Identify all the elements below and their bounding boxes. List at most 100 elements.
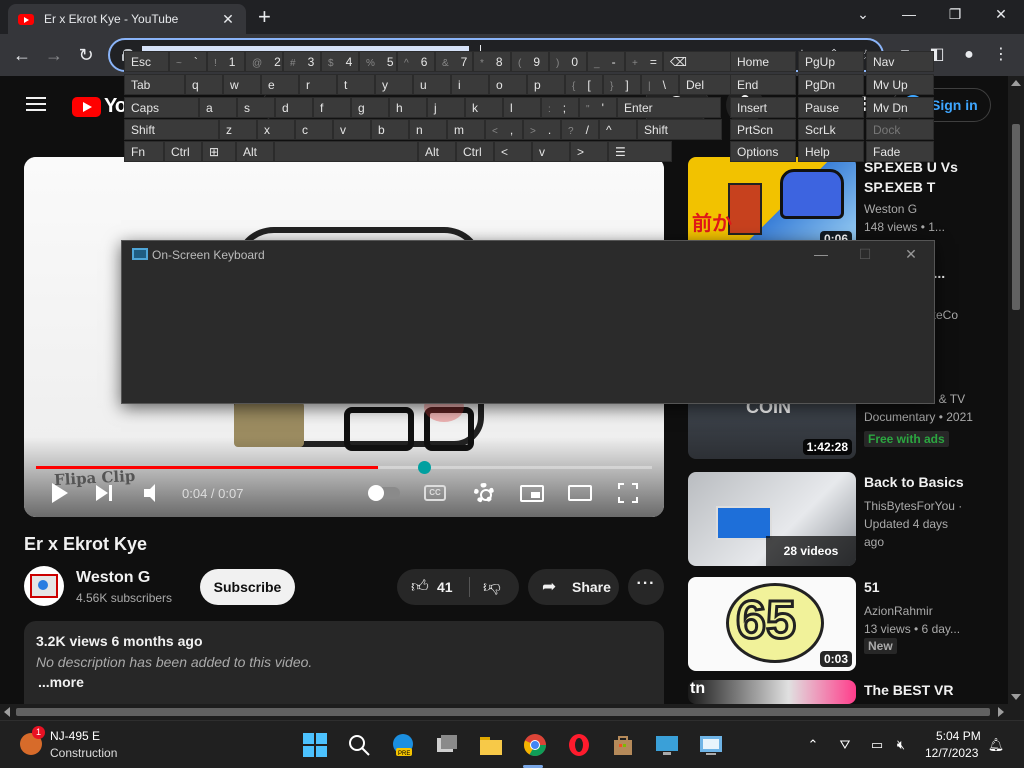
osk-nav-key[interactable]: ScrLk: [798, 119, 864, 140]
osk-key[interactable]: n: [409, 119, 447, 140]
osk-key[interactable]: a: [199, 97, 237, 118]
osk-key[interactable]: v: [532, 141, 570, 162]
taskbar-date[interactable]: 12/7/2023: [925, 746, 978, 760]
taskbar-search-icon[interactable]: [346, 732, 372, 758]
osk-key[interactable]: " ': [579, 97, 617, 118]
control-panel-icon[interactable]: [698, 732, 724, 758]
osk-key[interactable]: >.: [523, 119, 561, 140]
osk-close-icon[interactable]: ✕: [896, 245, 926, 263]
taskbar-time[interactable]: 5:04 PM: [936, 729, 981, 743]
osk-nav-key[interactable]: Help: [798, 141, 864, 162]
osk-key[interactable]: e: [261, 74, 299, 95]
play-icon[interactable]: [50, 481, 68, 505]
tab-close-icon[interactable]: ✕: [220, 11, 236, 28]
minimize-icon[interactable]: —: [894, 4, 924, 24]
browser-menu-icon[interactable]: ⋮: [990, 45, 1012, 65]
osk-key[interactable]: Ctrl: [456, 141, 494, 162]
osk-key[interactable]: k: [465, 97, 503, 118]
volume-icon[interactable]: [142, 481, 164, 505]
osk-key[interactable]: ? /: [561, 119, 599, 140]
osk-key[interactable]: + =: [625, 51, 663, 72]
osk-key[interactable]: l: [503, 97, 541, 118]
description-box[interactable]: 3.2K views 6 months ago No description h…: [24, 621, 664, 704]
profile-icon[interactable]: ●: [958, 45, 980, 65]
osk-key[interactable]: Shift: [124, 119, 219, 140]
osk-key[interactable]: ! 1: [207, 51, 245, 72]
osk-nav-key[interactable]: Fade: [866, 141, 934, 162]
rec-thumbnail[interactable]: 28 videos: [688, 472, 856, 566]
osk-key[interactable]: c: [295, 119, 333, 140]
network-icon[interactable]: ⛛: [836, 737, 854, 753]
scrubber-handle[interactable]: [417, 461, 431, 474]
channel-name[interactable]: Weston G: [76, 569, 150, 587]
osk-key[interactable]: Caps: [124, 97, 199, 118]
fullscreen-icon[interactable]: [618, 483, 638, 503]
osk-key[interactable]: >: [570, 141, 608, 162]
on-screen-keyboard-window[interactable]: On-Screen Keyboard — ☐ ✕ Esc ~ `! 1 @2 #3 $4% 5…: [121, 51, 935, 404]
osk-key[interactable]: x: [257, 119, 295, 140]
osk-key[interactable]: <,: [485, 119, 523, 140]
osk-nav-key[interactable]: Mv Dn: [866, 97, 934, 118]
osk-key[interactable]: (9: [511, 51, 549, 72]
osk-key[interactable]: p: [527, 74, 565, 95]
osk-key[interactable]: w: [223, 74, 261, 95]
osk-key[interactable]: & 7: [435, 51, 473, 72]
rec-title[interactable]: 51: [864, 577, 992, 597]
osk-key[interactable]: @2: [245, 51, 283, 72]
osk-key[interactable]: m: [447, 119, 485, 140]
close-window-icon[interactable]: ✕: [986, 4, 1016, 24]
osk-nav-key[interactable]: Dock: [866, 119, 934, 140]
thumbs-down-icon[interactable]: 👍︎: [483, 577, 503, 597]
osk-key[interactable]: u: [413, 74, 451, 95]
osk-key[interactable]: h: [389, 97, 427, 118]
windows-start-icon[interactable]: [302, 732, 328, 758]
notification-bell-icon[interactable]: 🔔︎: [987, 737, 1005, 753]
reload-icon[interactable]: ↻: [74, 43, 98, 67]
page-scrollbar-vertical[interactable]: [1008, 76, 1024, 704]
channel-avatar[interactable]: [24, 566, 64, 606]
osk-nav-key[interactable]: Nav: [866, 51, 934, 72]
osk-key[interactable]: ) 0: [549, 51, 587, 72]
thumbs-up-icon[interactable]: 👍︎: [411, 577, 431, 597]
opera-icon[interactable]: [566, 732, 592, 758]
osk-key[interactable]: [274, 141, 418, 162]
osk-key[interactable]: ☰: [608, 141, 672, 162]
osk-nav-key[interactable]: PgDn: [798, 74, 864, 95]
osk-key[interactable]: i: [451, 74, 489, 95]
restore-icon[interactable]: ❐: [940, 4, 970, 24]
osk-key[interactable]: Shift: [637, 119, 722, 140]
osk-key[interactable]: $4: [321, 51, 359, 72]
more-actions-icon[interactable]: ···: [628, 569, 664, 605]
osk-key[interactable]: f: [313, 97, 351, 118]
share-button[interactable]: ➦ Share: [528, 569, 619, 605]
menu-hamburger-icon[interactable]: [26, 97, 46, 111]
osk-key[interactable]: Ctrl: [164, 141, 202, 162]
osk-nav-key[interactable]: Insert: [730, 97, 796, 118]
osk-key[interactable]: o: [489, 74, 527, 95]
subtitles-cc-icon[interactable]: CC: [424, 485, 446, 501]
osk-key[interactable]: r: [299, 74, 337, 95]
next-video-icon[interactable]: [96, 481, 114, 505]
osk-key[interactable]: j: [427, 97, 465, 118]
osk-titlebar[interactable]: On-Screen Keyboard — ☐ ✕: [122, 241, 934, 269]
osk-key[interactable]: {[: [565, 74, 603, 95]
osk-key[interactable]: Tab: [124, 74, 185, 95]
osk-key[interactable]: Alt: [418, 141, 456, 162]
store-bag-icon[interactable]: [610, 732, 636, 758]
osk-key[interactable]: Alt: [236, 141, 274, 162]
rec-thumbnail[interactable]: 前か 0:06: [688, 157, 856, 251]
osk-nav-key[interactable]: Mv Up: [866, 74, 934, 95]
osk-maximize-icon[interactable]: ☐: [850, 245, 880, 263]
progress-bar[interactable]: [36, 461, 652, 474]
traffic-subtitle[interactable]: Construction: [50, 746, 117, 760]
show-more-link[interactable]: ...more: [38, 674, 84, 690]
miniplayer-icon[interactable]: [520, 485, 544, 502]
osk-key[interactable]: ~ `: [169, 51, 207, 72]
osk-key[interactable]: _ -: [587, 51, 625, 72]
osk-key[interactable]: }]: [603, 74, 641, 95]
recommendation-item[interactable]: tn The BEST VR: [688, 680, 1008, 704]
osk-key[interactable]: Fn: [124, 141, 164, 162]
osk-nav-key[interactable]: PgUp: [798, 51, 864, 72]
new-tab-plus-icon[interactable]: +: [258, 5, 271, 29]
osk-key[interactable]: | \: [641, 74, 679, 95]
